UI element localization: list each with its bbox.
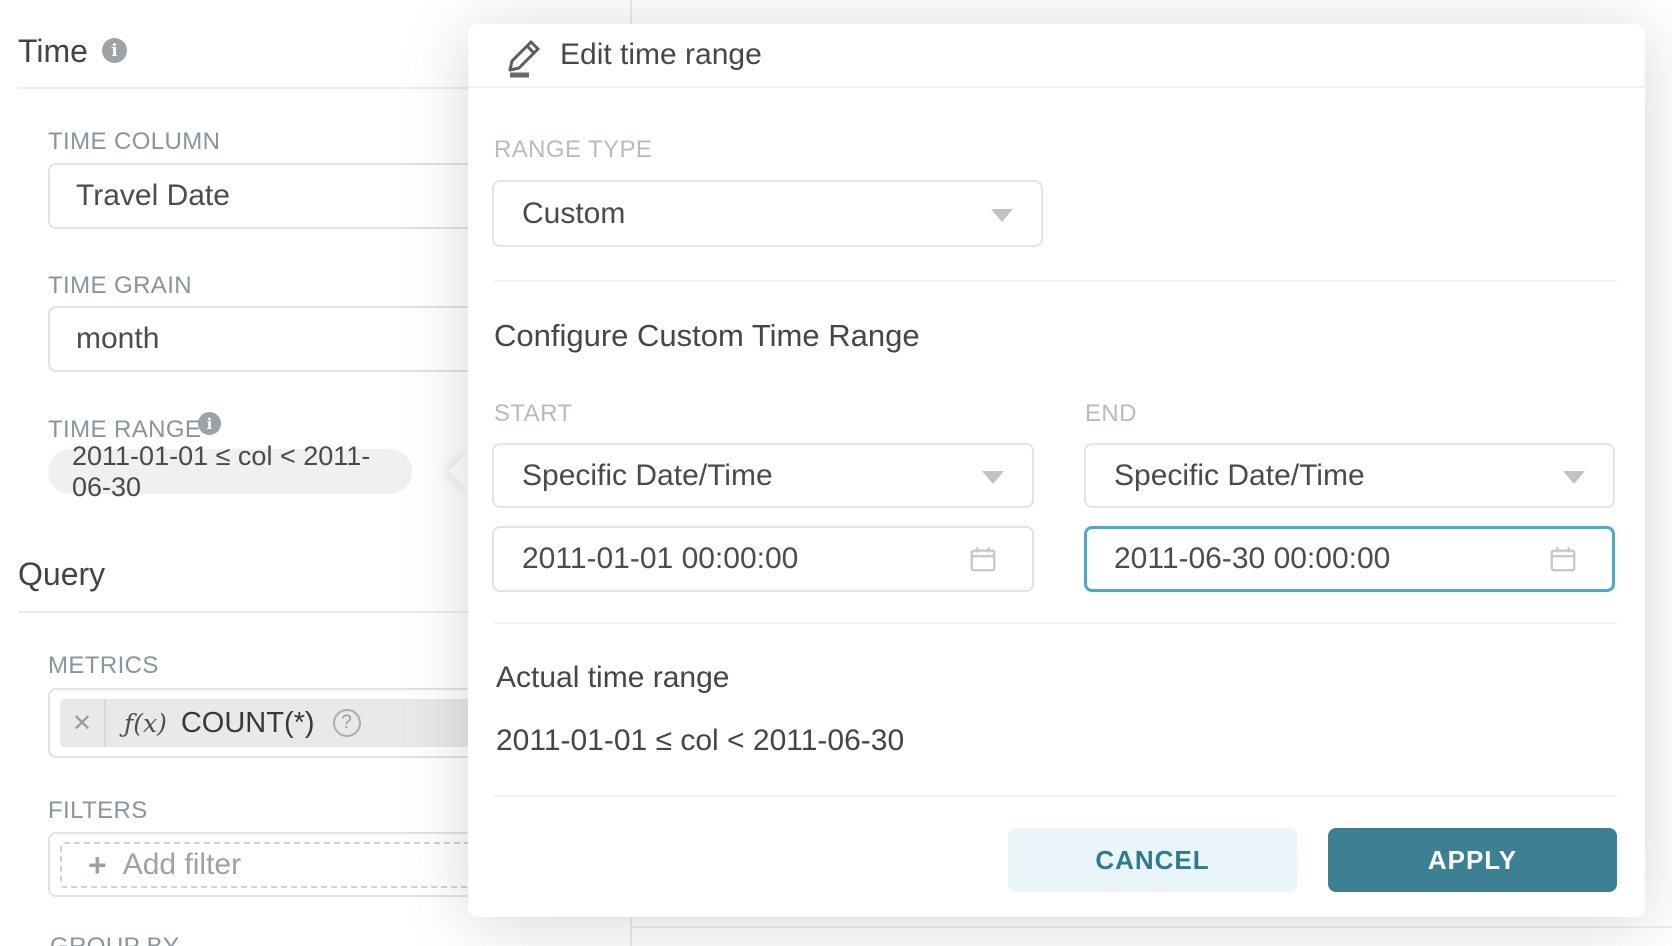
chevron-down-icon [991, 209, 1013, 222]
time-grain-value: month [76, 322, 159, 356]
range-type-value: Custom [522, 197, 625, 231]
time-info-icon[interactable]: i [102, 38, 127, 63]
chart-area-divider [630, 926, 1672, 928]
edit-pencil-icon [504, 36, 546, 78]
start-date-input[interactable]: 2011-01-01 00:00:00 [492, 526, 1034, 592]
superset-explore-screen: Time i TIME COLUMN Travel Date TIME GRAI… [0, 0, 1672, 946]
query-section-title: Query [18, 556, 105, 593]
section-divider [494, 280, 1617, 282]
metrics-label: METRICS [48, 652, 159, 680]
add-filter-text: Add filter [123, 848, 241, 882]
time-column-value: Travel Date [76, 179, 230, 213]
time-range-info-icon[interactable]: i [198, 412, 221, 435]
metric-name: COUNT(*) [181, 707, 315, 740]
start-mode-value: Specific Date/Time [522, 459, 773, 493]
configure-heading: Configure Custom Time Range [494, 318, 920, 354]
end-mode-select[interactable]: Specific Date/Time [1084, 443, 1615, 508]
actual-time-range-value: 2011-01-01 ≤ col < 2011-06-30 [496, 724, 904, 758]
section-divider [494, 622, 1617, 624]
time-range-pill[interactable]: 2011-01-01 ≤ col < 2011-06-30 [48, 449, 412, 494]
apply-button[interactable]: APPLY [1328, 828, 1617, 892]
end-label: END [1085, 400, 1137, 428]
end-date-input[interactable]: 2011-06-30 00:00:00 [1084, 526, 1615, 592]
calendar-icon[interactable] [968, 544, 998, 574]
calendar-icon[interactable] [1548, 544, 1578, 574]
chevron-down-icon [1563, 471, 1585, 484]
footer-divider [494, 795, 1617, 797]
start-date-value: 2011-01-01 00:00:00 [522, 542, 798, 576]
metric-help-icon[interactable]: ? [333, 709, 361, 737]
actual-time-range-heading: Actual time range [496, 661, 729, 695]
popover-title: Edit time range [560, 38, 762, 72]
edit-time-range-popover: Edit time range RANGE TYPE Custom Config… [468, 24, 1645, 917]
range-type-select[interactable]: Custom [492, 180, 1043, 247]
range-type-label: RANGE TYPE [494, 136, 652, 164]
time-section-title: Time [18, 33, 88, 70]
remove-metric-icon[interactable]: ✕ [60, 699, 106, 747]
start-mode-select[interactable]: Specific Date/Time [492, 443, 1034, 508]
function-icon: ƒ(x) [124, 709, 167, 738]
end-date-value: 2011-06-30 00:00:00 [1114, 542, 1390, 576]
time-grain-label: TIME GRAIN [48, 272, 192, 300]
filters-label: FILTERS [48, 797, 148, 825]
group-by-label: GROUP BY [50, 933, 179, 946]
popover-header: Edit time range [468, 24, 1645, 88]
start-label: START [494, 400, 572, 428]
chevron-down-icon [982, 471, 1004, 484]
plus-icon: + [88, 849, 107, 881]
time-column-label: TIME COLUMN [48, 128, 220, 156]
cancel-button[interactable]: CANCEL [1008, 828, 1297, 892]
end-mode-value: Specific Date/Time [1114, 459, 1365, 493]
